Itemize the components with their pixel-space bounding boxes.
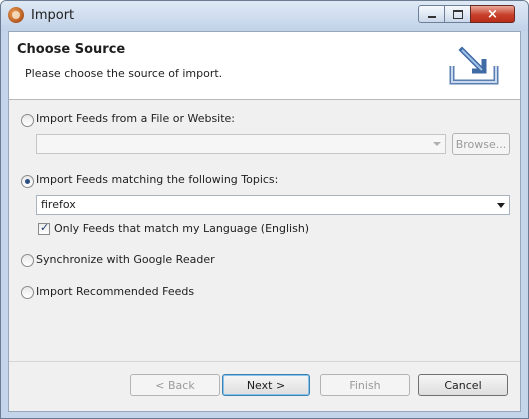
language-filter-checkbox[interactable]: ✓ <box>38 221 50 235</box>
radio-import-file[interactable] <box>21 114 34 127</box>
page-description: Please choose the source of import. <box>25 67 223 80</box>
close-button[interactable]: × <box>470 5 515 23</box>
radio-recommended-label[interactable]: Import Recommended Feeds <box>36 285 194 298</box>
minimize-button[interactable] <box>418 5 445 23</box>
import-tray-icon <box>446 44 502 88</box>
radio-import-topics-label[interactable]: Import Feeds matching the following Topi… <box>36 173 278 186</box>
file-source-combo <box>36 134 446 154</box>
back-button: < Back <box>130 374 220 396</box>
checkmark-icon: ✓ <box>40 221 50 234</box>
browse-button: Browse... <box>452 133 510 155</box>
radio-recommended[interactable] <box>21 286 34 299</box>
chevron-down-icon <box>433 142 441 146</box>
radio-google-reader-label[interactable]: Synchronize with Google Reader <box>36 253 215 266</box>
close-icon: × <box>487 6 498 22</box>
chevron-down-icon[interactable] <box>497 203 505 208</box>
wizard-page: Choose Source Please choose the source o… <box>8 31 521 412</box>
topics-combo[interactable]: firefox <box>36 195 510 215</box>
maximize-icon <box>452 9 463 19</box>
language-filter-label[interactable]: Only Feeds that match my Language (Engli… <box>54 222 309 235</box>
next-button[interactable]: Next > <box>222 374 310 396</box>
maximize-button[interactable] <box>444 5 471 23</box>
import-window: Import × Choose Source Please choose the… <box>0 0 529 419</box>
cancel-button[interactable]: Cancel <box>418 374 508 396</box>
wizard-header: Choose Source Please choose the source o… <box>9 32 520 100</box>
page-title: Choose Source <box>17 42 126 57</box>
radio-import-topics[interactable] <box>21 175 34 188</box>
window-title: Import <box>31 8 75 23</box>
topics-value: firefox <box>41 198 76 211</box>
radio-google-reader[interactable] <box>21 254 34 267</box>
radio-import-file-label[interactable]: Import Feeds from a File or Website: <box>36 112 235 125</box>
minimize-icon <box>427 16 436 18</box>
title-bar: Import × <box>1 1 528 31</box>
finish-button: Finish <box>320 374 410 396</box>
app-icon <box>8 7 24 23</box>
footer-divider <box>9 361 520 362</box>
